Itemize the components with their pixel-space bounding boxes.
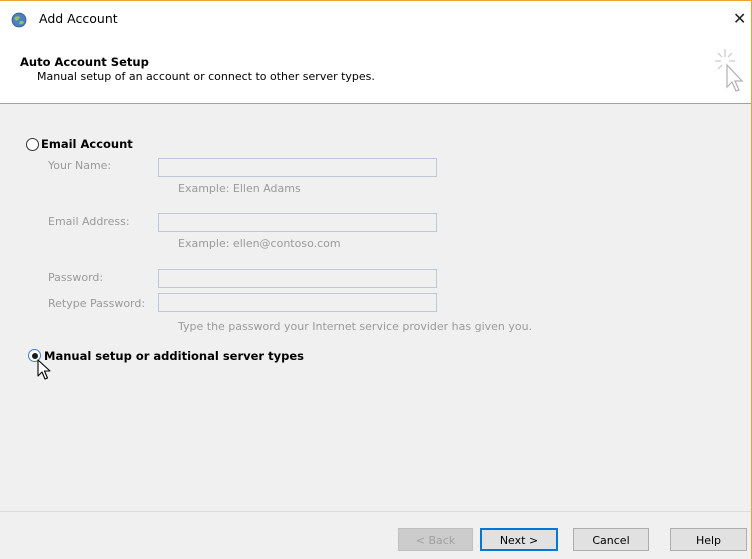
wizard-sparkle-cursor-icon — [715, 49, 744, 92]
back-button[interactable]: < Back — [398, 528, 473, 551]
your-name-hint: Example: Ellen Adams — [178, 182, 301, 195]
email-account-label[interactable]: Email Account — [41, 137, 133, 151]
manual-setup-label[interactable]: Manual setup or additional server types — [44, 349, 304, 363]
window-title: Add Account — [39, 11, 118, 26]
password-hint: Type the password your Internet service … — [178, 320, 533, 333]
your-name-field[interactable] — [158, 158, 437, 177]
password-field[interactable] — [158, 269, 437, 288]
password-label: Password: — [48, 271, 104, 284]
email-account-radio[interactable] — [26, 138, 39, 151]
wizard-header: Auto Account Setup Manual setup of an ac… — [0, 37, 751, 104]
close-icon[interactable]: ✕ — [733, 8, 751, 30]
retype-password-field[interactable] — [158, 293, 437, 312]
your-name-label: Your Name: — [48, 159, 112, 172]
footer-divider — [0, 511, 751, 512]
email-address-hint: Example: ellen@contoso.com — [178, 237, 341, 250]
mouse-pointer-icon — [37, 359, 51, 380]
outlook-globe-icon — [11, 12, 27, 28]
title-bar: Add Account ✕ — [0, 1, 751, 37]
cancel-button[interactable]: Cancel — [573, 528, 649, 551]
retype-password-label: Retype Password: — [48, 297, 146, 310]
add-account-dialog: Add Account ✕ Auto Account Setup Manual … — [0, 0, 752, 559]
header-subtitle: Manual setup of an account or connect to… — [37, 70, 375, 83]
header-title: Auto Account Setup — [20, 55, 149, 69]
next-button[interactable]: Next > — [480, 528, 558, 551]
help-button[interactable]: Help — [670, 528, 747, 551]
email-address-label: Email Address: — [48, 215, 130, 228]
email-address-field[interactable] — [158, 213, 437, 232]
